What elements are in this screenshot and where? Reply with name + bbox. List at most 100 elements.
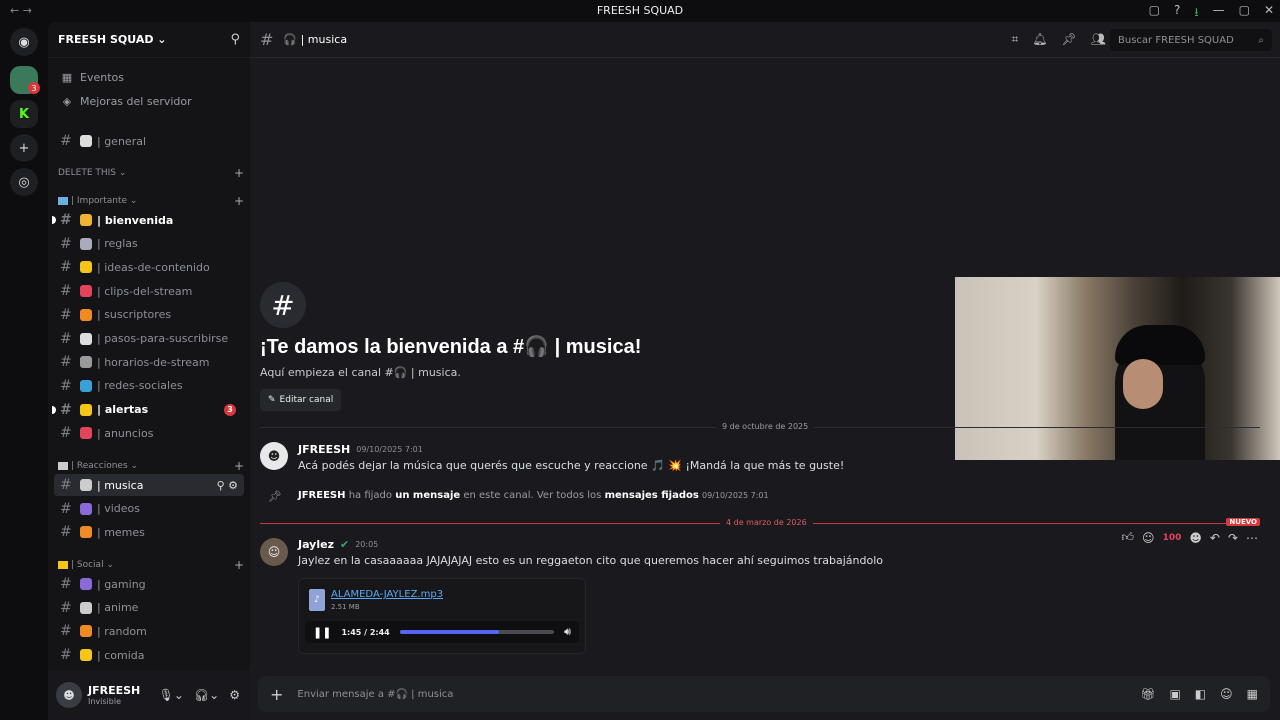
pin-icon[interactable]: 📌︎ (1062, 32, 1077, 47)
channel-label: | comida (97, 648, 145, 662)
importante-channel-1[interactable]: # | reglas (54, 233, 244, 255)
audio-progress-bar[interactable] (399, 630, 555, 634)
message-author[interactable]: Jaylez (298, 538, 334, 551)
hash-icon: # (260, 30, 274, 49)
gif-icon[interactable]: ▣ (1169, 687, 1180, 701)
help-icon[interactable]: ? (1174, 3, 1180, 24)
message-header: Jaylez ✔ 20:05 (298, 538, 378, 551)
volume-icon[interactable]: 🔊︎ (564, 625, 571, 639)
hash-icon: # (60, 212, 72, 228)
reply-icon[interactable]: ↶ (1210, 531, 1220, 545)
sticker-icon[interactable]: ◧ (1195, 687, 1206, 701)
sys-link-message[interactable]: un mensaje (395, 490, 460, 501)
hundred-icon[interactable]: 100 (1163, 533, 1182, 543)
boosts-item[interactable]: ◈ Mejoras del servidor (56, 90, 244, 112)
importante-channel-4[interactable]: # | suscriptores (54, 304, 244, 326)
category-delete-this[interactable]: DELETE THIS ⌄ + (58, 165, 244, 181)
social-channel-3[interactable]: # | comida (54, 644, 244, 666)
add-reaction-icon[interactable]: ☻ (1189, 531, 1202, 545)
audio-progress-fill (399, 630, 499, 634)
importante-channel-9[interactable]: # | anuncios (54, 422, 244, 444)
hash-icon: # (60, 599, 72, 616)
pause-icon[interactable]: ❚❚ (313, 626, 331, 639)
headphones-icon[interactable]: 🎧︎⌄ (194, 688, 219, 702)
attachment-name[interactable]: ALAMEDA-JAYLEZ.mp3 (331, 589, 443, 600)
trophy-icon (58, 561, 68, 569)
channel-label: | suscriptores (97, 308, 172, 322)
download-icon[interactable]: ⭳ (1194, 3, 1198, 24)
members-icon[interactable]: 👥︎ (1091, 32, 1106, 47)
party-face-icon[interactable]: ☺ (1142, 531, 1155, 545)
channel-emoji-icon (80, 379, 92, 392)
bell-icon[interactable]: 🔔︎ (1032, 32, 1047, 47)
minimize-icon[interactable]: — (1213, 3, 1225, 24)
more-icon[interactable]: ⋯ (1246, 531, 1258, 545)
channel-emoji-icon (80, 578, 92, 590)
person-add-icon[interactable]: ⚲ (230, 32, 240, 47)
welcome-subtitle: Aquí empieza el canal #🎧 | musica. (260, 366, 461, 379)
explore-icon[interactable]: ◎ (10, 168, 38, 196)
forward-icon[interactable]: ↷ (1228, 531, 1238, 545)
message-composer[interactable]: + Enviar mensaje a #🎧 | musica 🎁︎ ▣ ◧ ☺ … (258, 676, 1270, 712)
chat-area: # 🎧 | musica ⌗ 🔔︎ 📌︎ 👥︎ Buscar FREESH SQ… (250, 22, 1280, 720)
add-channel-icon[interactable]: + (234, 194, 244, 208)
folder-icon (58, 197, 68, 205)
channel-settings-icon[interactable]: ⚲ ⚙ (217, 479, 238, 492)
add-channel-icon[interactable]: + (234, 459, 244, 473)
importante-channel-0[interactable]: # | bienvenida (52, 209, 244, 231)
channel-general[interactable]: # | general (54, 130, 244, 152)
server-kick-icon[interactable]: K (10, 100, 38, 128)
composer-placeholder: Enviar mensaje a #🎧 | musica (297, 688, 454, 700)
avatar[interactable]: ☺ (260, 538, 288, 566)
threads-icon[interactable]: ⌗ (1012, 32, 1019, 47)
channel-emoji-icon (80, 403, 92, 416)
importante-channel-7[interactable]: # | redes-sociales (54, 375, 244, 397)
social-channel-0[interactable]: # | gaming (54, 573, 244, 595)
thumbs-up-icon[interactable]: 👍︎ (1122, 530, 1135, 545)
close-icon[interactable]: ✕ (1264, 3, 1274, 24)
user-info[interactable]: JFREESH Invisible (88, 684, 140, 706)
message-text: Acá podés dejar la música que querés que… (298, 459, 845, 472)
reacciones-channel-0[interactable]: # | musica ⚲ ⚙ (54, 474, 244, 496)
inbox-icon[interactable]: ▢ (1149, 3, 1160, 24)
category-importante[interactable]: | Importante ⌄ + (58, 193, 244, 209)
message-author[interactable]: JFREESH (298, 443, 350, 456)
reacciones-channel-1[interactable]: # | videos (54, 498, 244, 520)
add-server-icon[interactable]: + (10, 134, 38, 162)
importante-channel-5[interactable]: # | pasos-para-suscribirse (54, 328, 244, 350)
add-attachment-icon[interactable]: + (270, 685, 283, 704)
maximize-icon[interactable]: ▢ (1239, 3, 1250, 24)
audio-attachment: ♪ ALAMEDA-JAYLEZ.mp3 2.51 MB ❚❚ 1:45 / 2… (298, 578, 586, 654)
sys-author[interactable]: JFREESH (298, 490, 346, 501)
avatar[interactable]: ☻ (56, 682, 82, 708)
add-channel-icon[interactable]: + (234, 558, 244, 572)
unread-indicator (52, 216, 56, 224)
apps-icon[interactable]: ▦ (1247, 687, 1258, 701)
hash-icon: # (60, 576, 72, 592)
sys-link-pins[interactable]: mensajes fijados (605, 490, 699, 501)
importante-channel-3[interactable]: # | clips-del-stream (54, 280, 244, 302)
social-channel-2[interactable]: # | random (54, 620, 244, 642)
search-input[interactable]: Buscar FREESH SQUAD ⌕ (1110, 29, 1272, 51)
hash-icon: # (60, 477, 72, 493)
social-channel-1[interactable]: # | anime (54, 597, 244, 619)
microphone-icon[interactable]: 🎙︎⌄ (159, 688, 184, 702)
category-social[interactable]: | Social ⌄ + (58, 557, 244, 573)
emoji-icon[interactable]: ☺ (1220, 687, 1233, 701)
importante-channel-2[interactable]: # | ideas-de-contenido (54, 256, 244, 278)
discord-home-icon[interactable]: ◉ (10, 28, 38, 56)
edit-channel-button[interactable]: ✎ Editar canal (260, 389, 342, 411)
events-item[interactable]: ▦ Eventos (56, 66, 244, 88)
add-channel-icon[interactable]: + (234, 166, 244, 180)
reacciones-channel-2[interactable]: # | memes (54, 521, 244, 543)
category-reacciones[interactable]: | Reacciones ⌄ + (58, 458, 244, 474)
avatar[interactable]: ☻ (260, 442, 288, 470)
importante-channel-6[interactable]: # | horarios-de-stream (54, 351, 244, 373)
audio-player: ❚❚ 1:45 / 2:44 🔊︎ (305, 621, 579, 643)
unread-indicator (52, 405, 56, 414)
settings-gear-icon[interactable]: ⚙ (229, 688, 240, 702)
importante-channel-8[interactable]: # | alertas 3 (52, 399, 244, 421)
gift-icon[interactable]: 🎁︎ (1140, 687, 1155, 701)
server-header[interactable]: FREESH SQUAD ⌄ ⚲ (48, 22, 250, 58)
channel-label: | musica (97, 478, 144, 492)
